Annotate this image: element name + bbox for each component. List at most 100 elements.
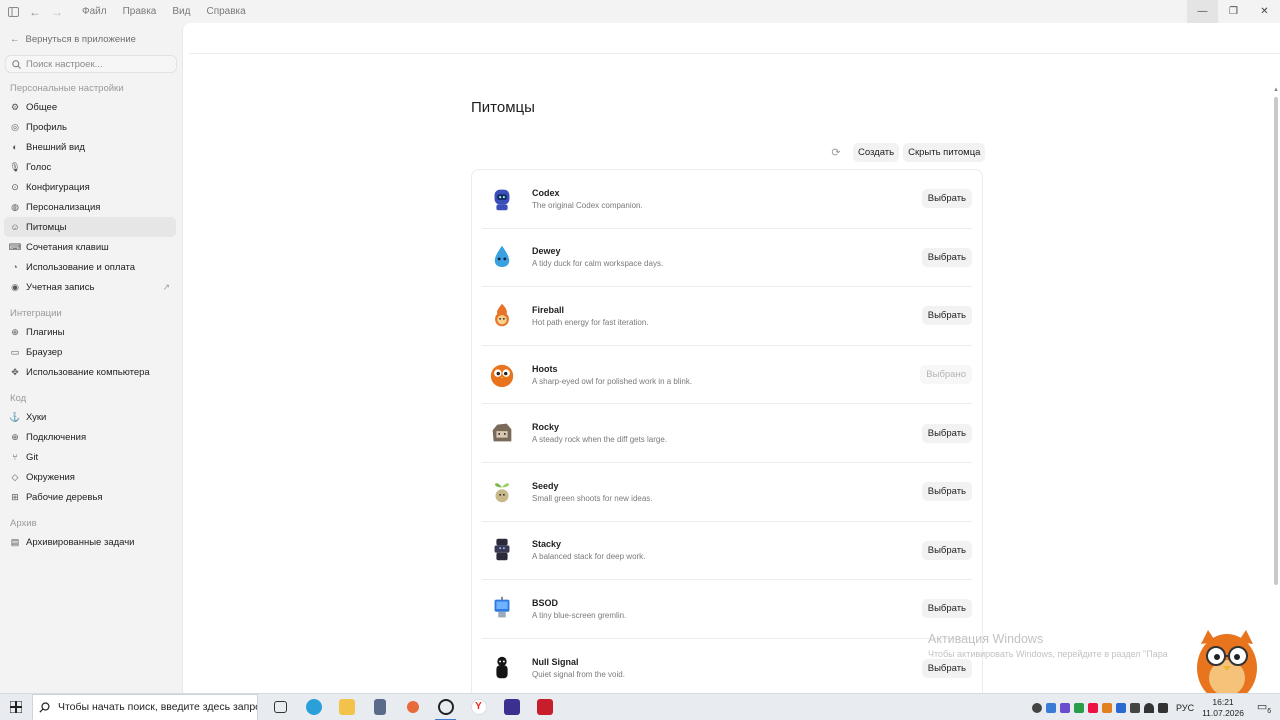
tray-app-icon[interactable] (1060, 702, 1071, 713)
sidebar-item[interactable]: ⚓ Хуки (4, 407, 176, 427)
notification-center-icon[interactable]: ▭6 (1254, 700, 1274, 715)
usage-icon: ◔ (12, 262, 18, 272)
sidebar-item[interactable]: ⑂ Git (4, 447, 176, 467)
sidebar-item[interactable]: ◐ Внешний вид (4, 137, 176, 157)
pet-select-button[interactable]: Выбрать (921, 599, 972, 619)
language-indicator[interactable]: РУС (1176, 703, 1194, 713)
back-arrow-icon[interactable]: ← (24, 1, 46, 23)
sun-app-icon[interactable] (396, 694, 429, 720)
sidebar-item[interactable]: ⊕ Подключения (4, 427, 176, 447)
sidebar-item[interactable]: ⊞ Рабочие деревья (4, 487, 176, 507)
minimize-button[interactable]: — (1187, 0, 1218, 23)
pet-name: Seedy (532, 480, 559, 491)
close-button[interactable]: ✕ (1249, 0, 1280, 23)
pet-row: Rocky A steady rock when the diff gets la… (482, 404, 972, 463)
sidebar-item[interactable]: ◎ Профиль (4, 117, 176, 137)
pet-select-button[interactable]: Выбрать (921, 482, 972, 502)
maximize-button[interactable]: ❐ (1218, 0, 1249, 23)
taskbar-search[interactable] (32, 693, 258, 720)
floating-owl-pet[interactable] (1192, 624, 1262, 704)
sidebar-section-label: Архив (10, 518, 37, 529)
telegram-icon[interactable] (297, 694, 330, 720)
tray-app-icon[interactable] (1032, 702, 1043, 713)
content-scrollbar[interactable] (1274, 97, 1278, 585)
chatgpt-icon[interactable] (429, 694, 462, 720)
pet-info: BSOD A tiny blue-screen gremlin. (532, 598, 626, 620)
volume-icon[interactable] (1158, 702, 1169, 713)
pet-select-button[interactable]: Выбрать (921, 540, 972, 560)
file-explorer-icon[interactable] (330, 694, 363, 720)
sidebar-item[interactable]: ⌨ Сочетания клавиш (4, 237, 176, 257)
account-icon: ◉ (11, 281, 19, 292)
sidebar-item-label: Внешний вид (26, 141, 85, 153)
sidebar-item[interactable]: ✥ Использование компьютера (4, 362, 176, 382)
task-view-icon[interactable] (264, 694, 297, 720)
menu-item[interactable]: Правка (115, 0, 165, 23)
pet-select-button[interactable]: Выбрать (921, 306, 972, 326)
hide-pet-button[interactable]: Скрыть питомца (903, 143, 986, 162)
create-pet-button[interactable]: Создать (853, 143, 900, 162)
menu-item[interactable]: Справка (198, 0, 253, 23)
mic-icon: 🎙 (9, 161, 21, 172)
pet-avatar-icon (488, 184, 516, 214)
pet-description: A sharp-eyed owl for polished work in a … (532, 376, 693, 386)
external-link-icon: ↗ (162, 281, 170, 292)
sidebar-item[interactable]: ◉ Учетная запись ↗ (4, 277, 176, 297)
pet-description: A tiny blue-screen gremlin. (532, 610, 627, 620)
pet-avatar-icon (488, 477, 516, 507)
sidebar-item-label: Конфигурация (26, 181, 90, 193)
sidebar-item[interactable]: ⚙ Общее (4, 97, 176, 117)
pet-select-button[interactable]: Выбрать (921, 423, 972, 443)
pet-select-button[interactable]: Выбрать (921, 658, 972, 678)
forward-arrow-icon[interactable]: → (46, 1, 68, 23)
settings-search[interactable] (5, 55, 177, 73)
tray-app-icon[interactable] (1102, 702, 1113, 713)
pet-row: Seedy Small green shoots for new ideas. Вы… (482, 463, 972, 522)
sidebar-item[interactable]: ◔ Использование и оплата (4, 257, 176, 277)
tray-app-icon[interactable] (1088, 702, 1099, 713)
clock-date: 11.07.2026 (1202, 707, 1244, 718)
pet-select-button[interactable]: Выбрать (921, 189, 972, 209)
sidebar-item[interactable]: ◇ Окружения (4, 467, 176, 487)
git-icon: ⑂ (12, 452, 18, 462)
vs-app-icon[interactable] (495, 694, 528, 720)
clock[interactable]: 16:21 11.07.2026 (1202, 697, 1244, 719)
pet-description: Quiet signal from the void. (532, 670, 625, 680)
taskbar-search-input[interactable] (57, 701, 257, 713)
pet-info: Rocky A steady rock when the diff gets la… (532, 422, 667, 444)
menu-item[interactable]: Файл (74, 0, 115, 23)
pet-select-button[interactable]: Выбрать (921, 247, 972, 267)
sidebar-item[interactable]: ☺ Питомцы (4, 217, 176, 237)
sidebar-section-label: Интеграции (10, 308, 62, 319)
bluetooth-icon[interactable] (1116, 702, 1127, 713)
menu-item[interactable]: Вид (164, 0, 198, 23)
scroll-up-icon[interactable]: ▲ (1273, 87, 1279, 93)
sidebar-item[interactable]: ▭ Браузер (4, 342, 176, 362)
settings-search-input[interactable] (26, 58, 166, 70)
red-app-icon[interactable] (528, 694, 561, 720)
sidebar-item[interactable]: ◍ Персонализация (4, 197, 176, 217)
tray-app-icon[interactable] (1130, 702, 1141, 713)
wifi-icon[interactable] (1144, 702, 1155, 713)
refresh-icon[interactable]: ⟳ (827, 144, 845, 162)
sidebar-toggle-icon[interactable] (2, 1, 24, 23)
pet-name: Rocky (532, 422, 560, 433)
pet-avatar-icon (488, 418, 516, 448)
sidebar-item[interactable]: 🎙 Голос (4, 157, 176, 177)
windows-start-icon[interactable] (0, 701, 32, 713)
sidebar-item-label: Голос (26, 161, 52, 173)
tray-app-icon[interactable] (1074, 702, 1085, 713)
yandex-browser-icon[interactable]: Y (462, 694, 495, 720)
sidebar-item[interactable]: ▤ Архивированные задачи (4, 532, 176, 552)
pet-icon: ☺ (10, 222, 20, 232)
sidebar-item[interactable]: ⊙ Конфигурация (4, 177, 176, 197)
tray-app-icon[interactable] (1046, 702, 1057, 713)
pet-info: Fireball Hot path energy for fast iterati… (532, 305, 649, 327)
back-to-app-link[interactable]: ← Вернуться в приложение (0, 23, 182, 55)
sidebar-item[interactable]: ⊕ Плагины (4, 322, 176, 342)
config-icon: ⊙ (11, 181, 19, 192)
sidebar-item-label: Использование компьютера (26, 366, 150, 378)
calculator-icon[interactable] (363, 694, 396, 720)
archive-icon: ▤ (10, 536, 20, 547)
worktree-icon: ⊞ (11, 491, 19, 502)
